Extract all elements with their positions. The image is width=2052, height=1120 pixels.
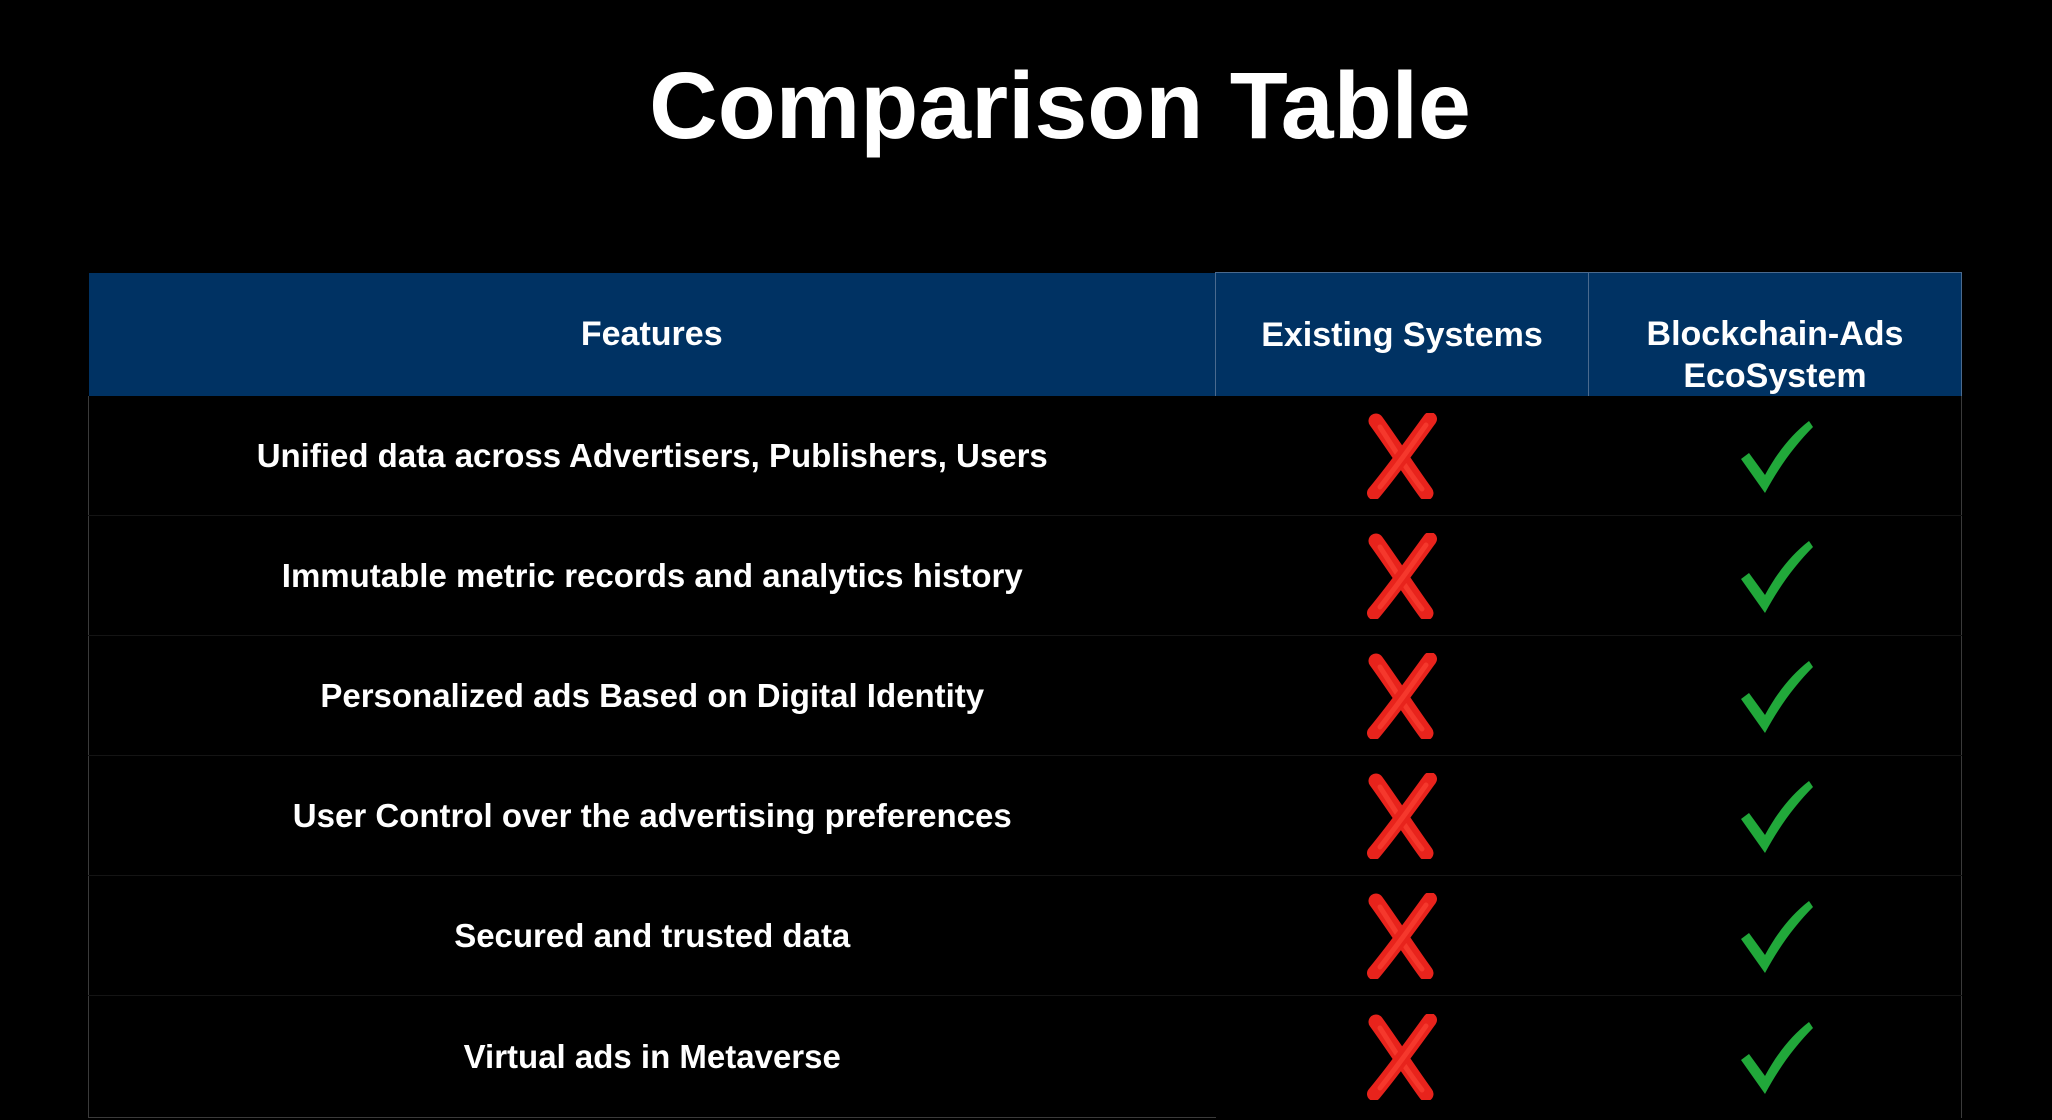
feature-cell: Virtual ads in Metaverse bbox=[88, 995, 1216, 1118]
check-icon bbox=[1740, 780, 1813, 853]
blockchain-ads-cell bbox=[1588, 635, 1962, 756]
table-header: Features Existing Systems Blockchain-Ads… bbox=[88, 272, 1962, 396]
cross-icon bbox=[1362, 412, 1442, 499]
existing-systems-cell bbox=[1215, 396, 1589, 516]
blockchain-ads-cell bbox=[1588, 396, 1962, 516]
cross-icon bbox=[1367, 772, 1437, 859]
cross-icon bbox=[1362, 892, 1442, 979]
feature-cell: Personalized ads Based on Digital Identi… bbox=[88, 635, 1216, 756]
check-icon bbox=[1735, 413, 1815, 499]
cross-icon bbox=[1362, 532, 1442, 619]
check-icon bbox=[1740, 660, 1813, 733]
cross-icon bbox=[1362, 1013, 1442, 1100]
check-icon bbox=[1740, 1021, 1813, 1094]
page-title: Comparison Table bbox=[649, 53, 1471, 159]
comparison-table: Features Existing Systems Blockchain-Ads… bbox=[88, 272, 1962, 1118]
cross-icon bbox=[1362, 772, 1442, 859]
feature-cell: User Control over the advertising prefer… bbox=[88, 755, 1216, 876]
table-row: User Control over the advertising prefer… bbox=[88, 755, 1962, 876]
blockchain-ads-cell bbox=[1588, 875, 1962, 996]
column-header-features: Features bbox=[88, 272, 1216, 396]
table-row: Unified data across Advertisers, Publish… bbox=[88, 396, 1962, 516]
blockchain-ads-cell bbox=[1588, 755, 1962, 876]
check-icon bbox=[1740, 540, 1813, 613]
table-row: Personalized ads Based on Digital Identi… bbox=[88, 635, 1962, 756]
check-icon bbox=[1740, 420, 1813, 493]
feature-cell: Secured and trusted data bbox=[88, 875, 1216, 996]
cross-icon bbox=[1367, 652, 1437, 739]
table-row: Virtual ads in Metaverse bbox=[88, 995, 1962, 1118]
column-header-existing-systems: Existing Systems bbox=[1215, 272, 1589, 396]
check-icon bbox=[1735, 773, 1815, 859]
blockchain-ads-cell bbox=[1588, 515, 1962, 636]
existing-systems-cell bbox=[1216, 996, 1589, 1118]
column-header-blockchain-ads: Blockchain-Ads EcoSystem bbox=[1588, 272, 1962, 396]
cross-icon bbox=[1367, 412, 1437, 499]
feature-cell: Immutable metric records and analytics h… bbox=[88, 515, 1216, 636]
blockchain-ads-cell bbox=[1588, 995, 1962, 1118]
column-header-blockchain-ads-label: Blockchain-Ads EcoSystem bbox=[1646, 314, 1904, 395]
cross-icon bbox=[1362, 652, 1442, 739]
cross-icon bbox=[1367, 532, 1437, 619]
existing-systems-cell bbox=[1215, 755, 1589, 876]
header-row: Features Existing Systems Blockchain-Ads… bbox=[88, 272, 1962, 396]
check-icon bbox=[1735, 533, 1815, 619]
table-row: Secured and trusted data bbox=[88, 875, 1962, 996]
existing-systems-cell bbox=[1215, 875, 1589, 996]
cross-icon bbox=[1367, 892, 1437, 979]
existing-systems-cell bbox=[1215, 515, 1589, 636]
table-body: Unified data across Advertisers, Publish… bbox=[88, 396, 1962, 1118]
check-icon bbox=[1740, 900, 1813, 973]
check-icon bbox=[1735, 1014, 1815, 1100]
feature-cell: Unified data across Advertisers, Publish… bbox=[88, 396, 1216, 516]
cross-icon bbox=[1367, 1013, 1437, 1100]
table-row: Immutable metric records and analytics h… bbox=[88, 515, 1962, 636]
check-icon bbox=[1735, 653, 1815, 739]
existing-systems-cell bbox=[1215, 635, 1589, 756]
check-icon bbox=[1735, 893, 1815, 979]
